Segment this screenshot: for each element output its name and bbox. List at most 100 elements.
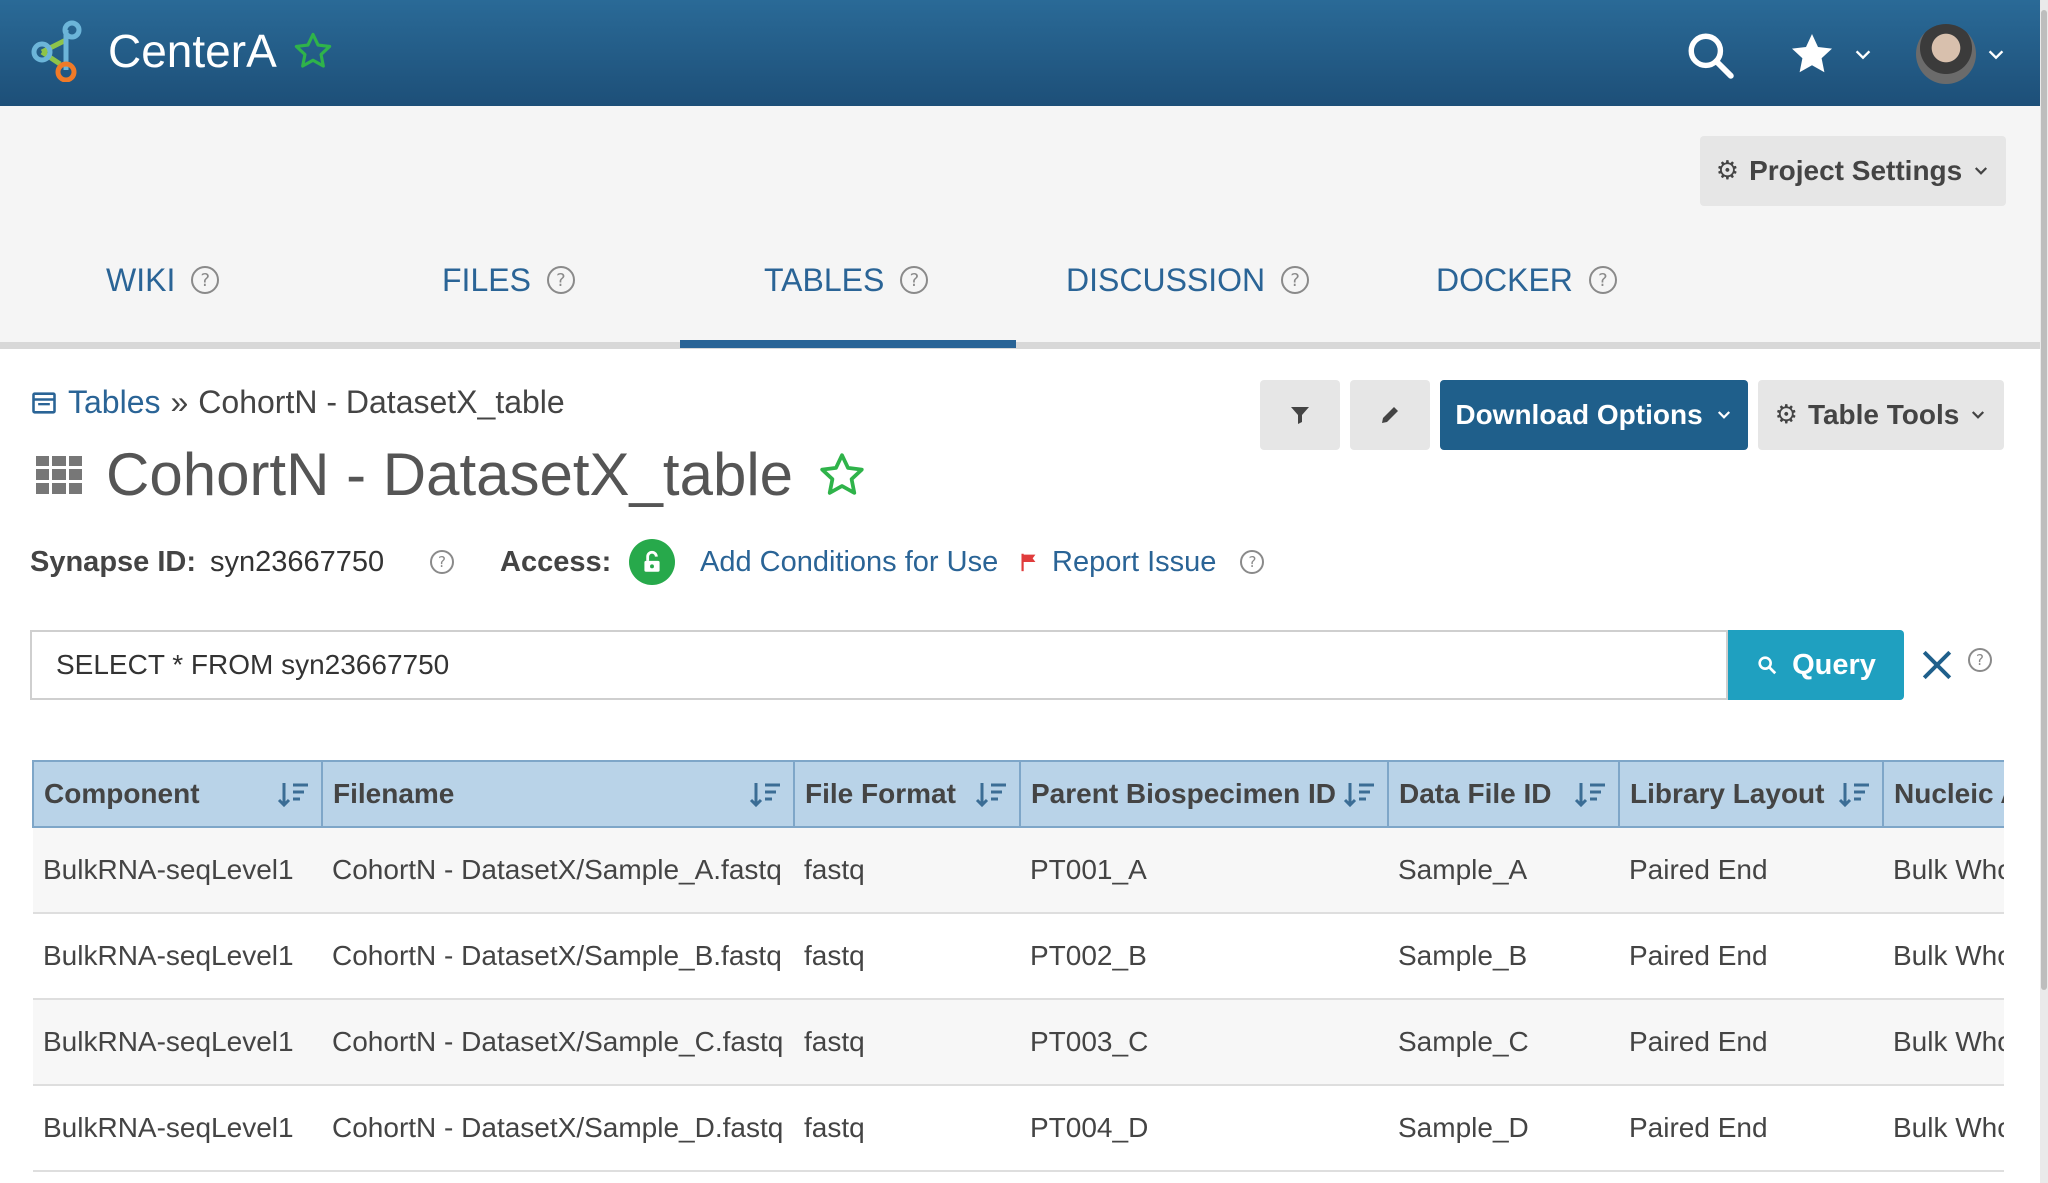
sort-icon[interactable] [1574, 779, 1608, 809]
synapse-id-label: Synapse ID: [30, 545, 196, 578]
add-conditions-link[interactable]: Add Conditions for Use [700, 538, 998, 586]
grid-icon [36, 455, 82, 494]
filter-button[interactable] [1260, 380, 1340, 450]
table-cell[interactable]: CohortN - DatasetX/Sample_A.fastq [322, 827, 794, 914]
unlock-icon[interactable] [629, 539, 676, 585]
column-header-library-layout[interactable]: Library Layout [1618, 760, 1884, 828]
search-icon[interactable] [1685, 30, 1735, 80]
tab-label: TABLES [764, 261, 885, 298]
active-tab-indicator [680, 340, 1016, 348]
page-title-row: CohortN - DatasetX_table [36, 440, 867, 509]
table-cell[interactable]: CohortN - DatasetX/Sample_B.fastq [322, 913, 794, 1000]
table-cell: Bulk Who [1883, 999, 2004, 1086]
table-cell: Sample_D [1388, 1085, 1619, 1172]
star-icon[interactable] [1788, 30, 1836, 78]
column-header-filename[interactable]: Filename [321, 760, 795, 828]
help-icon[interactable]: ? [1240, 550, 1265, 574]
table-cell: BulkRNA-seqLevel1 [33, 913, 322, 1000]
edit-button[interactable] [1350, 380, 1430, 450]
help-icon[interactable]: ? [1588, 266, 1617, 294]
breadcrumb: Tables » CohortN - DatasetX_table [30, 384, 565, 421]
chevron-down-icon[interactable] [1852, 44, 1874, 66]
access-row: Access: [500, 538, 676, 586]
table-tools-button[interactable]: ⚙ Table Tools [1758, 380, 2004, 450]
gear-icon: ⚙ [1715, 156, 1740, 186]
table-cell: Sample_A [1388, 827, 1619, 914]
table-cell: Paired End [1619, 913, 1883, 1000]
synapse-id-row: Synapse ID: syn23667750 [30, 538, 384, 586]
help-icon[interactable]: ? [900, 266, 929, 294]
sort-icon[interactable] [1343, 779, 1377, 809]
access-label: Access: [500, 545, 612, 578]
table-cell: fastq [794, 913, 1020, 1000]
download-options-label: Download Options [1455, 399, 1703, 430]
table-cell: Paired End [1619, 1085, 1883, 1172]
chevron-down-icon [1975, 167, 1988, 175]
table-tools-label: Table Tools [1807, 399, 1960, 430]
column-header-component[interactable]: Component [32, 760, 323, 828]
table-cell: Sample_C [1388, 999, 1619, 1086]
tab-files[interactable]: FILES ? [442, 250, 575, 310]
tab-docker[interactable]: DOCKER ? [1436, 250, 1617, 310]
tab-label: DOCKER [1436, 261, 1573, 298]
table-cell: BulkRNA-seqLevel1 [33, 827, 322, 914]
column-header-parent-biospecimen-id[interactable]: Parent Biospecimen ID [1019, 760, 1389, 828]
table-cell[interactable]: CohortN - DatasetX/Sample_C.fastq [322, 999, 794, 1086]
search-icon [1758, 656, 1777, 675]
tab-label: WIKI [106, 261, 176, 298]
table-cell: BulkRNA-seqLevel1 [33, 999, 322, 1086]
download-options-button[interactable]: Download Options [1440, 380, 1748, 450]
flag-icon [1021, 553, 1036, 572]
table-row[interactable]: BulkRNA-seqLevel1 CohortN - DatasetX/Sam… [33, 1085, 2004, 1172]
chevron-down-icon[interactable] [1985, 44, 2007, 66]
table-cell: fastq [794, 1085, 1020, 1172]
sort-icon[interactable] [277, 779, 311, 809]
page-scrollbar-thumb[interactable] [2041, 10, 2047, 990]
synapse-id-help[interactable]: ? [430, 538, 454, 586]
report-issue-label: Report Issue [1052, 545, 1217, 578]
table-cell: Paired End [1619, 999, 1883, 1086]
pencil-icon [1382, 407, 1398, 423]
table-cell[interactable]: CohortN - DatasetX/Sample_D.fastq [322, 1085, 794, 1172]
help-icon[interactable]: ? [1281, 266, 1310, 294]
table-cell: PT004_D [1020, 1085, 1388, 1172]
help-icon[interactable]: ? [1968, 648, 1992, 672]
breadcrumb-tables-link[interactable]: Tables [68, 384, 161, 421]
logo-icon[interactable] [30, 20, 92, 82]
avatar[interactable] [1916, 24, 1976, 84]
brand-name[interactable]: CenterA [108, 20, 277, 82]
close-icon[interactable] [1920, 648, 1954, 682]
help-icon[interactable]: ? [546, 266, 575, 294]
table-cell: Bulk Who [1883, 913, 2004, 1000]
tab-label: DISCUSSION [1066, 261, 1266, 298]
table-cell: fastq [794, 827, 1020, 914]
sql-query-input[interactable]: SELECT * FROM syn23667750 [30, 630, 1728, 700]
tab-wiki[interactable]: WIKI ? [106, 250, 220, 310]
sort-icon[interactable] [975, 779, 1009, 809]
column-header-data-file-id[interactable]: Data File ID [1387, 760, 1620, 828]
sort-icon[interactable] [749, 779, 783, 809]
project-settings-button[interactable]: ⚙ Project Settings [1700, 136, 2006, 206]
help-icon[interactable]: ? [430, 550, 454, 574]
tab-discussion[interactable]: DISCUSSION ? [1066, 250, 1310, 310]
sort-icon[interactable] [1838, 779, 1872, 809]
results-table-container: Component Filename File Format Parent Bi… [32, 760, 2004, 1183]
table-row[interactable]: BulkRNA-seqLevel1 CohortN - DatasetX/Sam… [33, 999, 2004, 1086]
report-issue-link[interactable]: Report Issue ? [1018, 538, 1265, 586]
help-icon[interactable]: ? [191, 266, 220, 294]
top-nav-bar: CenterA [0, 0, 2040, 106]
favorite-star-icon[interactable] [817, 450, 867, 500]
tab-tables[interactable]: TABLES ? [764, 250, 929, 310]
column-header-nucleic-acid[interactable]: Nucleic A [1882, 760, 2004, 828]
chevron-down-icon [1972, 411, 1985, 419]
filter-icon [1291, 407, 1309, 424]
column-header-file-format[interactable]: File Format [793, 760, 1021, 828]
table-cell: Bulk Who [1883, 827, 2004, 914]
synapse-id-value: syn23667750 [210, 545, 385, 578]
favorite-star-icon[interactable] [292, 30, 334, 72]
query-button[interactable]: Query [1728, 630, 1904, 700]
table-cell: PT003_C [1020, 999, 1388, 1086]
table-row[interactable]: BulkRNA-seqLevel1 CohortN - DatasetX/Sam… [33, 913, 2004, 1000]
table-cell: Sample_B [1388, 913, 1619, 1000]
table-row[interactable]: BulkRNA-seqLevel1 CohortN - DatasetX/Sam… [33, 827, 2004, 914]
